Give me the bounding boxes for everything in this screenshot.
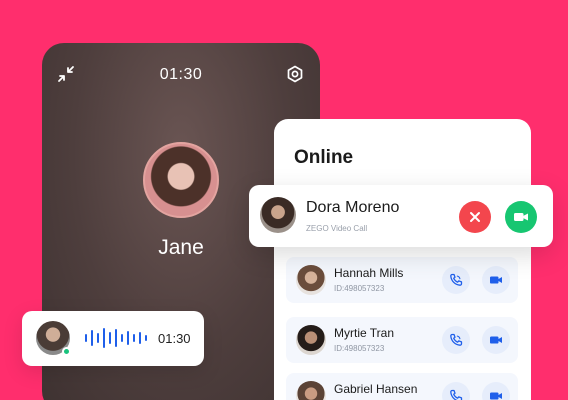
list-item[interactable]: Myrtie Tran ID:498057323 [286, 317, 518, 363]
incoming-caller-name: Dora Moreno [306, 199, 400, 216]
contact-name: Hannah Mills [334, 266, 404, 280]
avatar [296, 381, 326, 400]
voice-message[interactable]: 01:30 [22, 311, 204, 366]
incoming-call-subtitle: ZEGO Video Call [306, 224, 368, 233]
video-camera-icon [490, 392, 502, 400]
contact-name: Gabriel Hansen [334, 382, 418, 396]
phone-icon [450, 273, 463, 286]
accept-video-button[interactable] [505, 201, 537, 233]
list-item[interactable]: Gabriel Hansen ID:498057323 [286, 373, 518, 400]
video-call-button[interactable] [482, 382, 510, 400]
voice-duration: 01:30 [158, 331, 191, 346]
online-status-dot [62, 347, 71, 356]
panel-title: Online [294, 147, 354, 168]
voice-call-button[interactable] [442, 382, 470, 400]
video-call-button[interactable] [482, 266, 510, 294]
video-camera-icon [514, 213, 528, 221]
caller-avatar [143, 142, 219, 218]
call-header: 01:30 [42, 63, 320, 85]
avatar [296, 265, 326, 295]
video-camera-icon [490, 276, 502, 284]
list-item[interactable]: Hannah Mills ID:498057323 [286, 257, 518, 303]
contact-id: ID:498057323 [334, 284, 385, 293]
decline-button[interactable] [459, 201, 491, 233]
avatar [260, 197, 296, 233]
contact-name: Myrtie Tran [334, 326, 395, 340]
waveform-icon [85, 328, 147, 348]
phone-icon [450, 333, 463, 346]
contact-id: ID:498057323 [334, 344, 385, 353]
incoming-call-card: Dora Moreno ZEGO Video Call [249, 185, 553, 247]
phone-icon [450, 389, 463, 400]
voice-call-button[interactable] [442, 326, 470, 354]
online-panel: Online Hannah Mills ID:498057323 Myrtie … [274, 119, 531, 400]
video-camera-icon [490, 336, 502, 344]
close-icon [470, 212, 480, 222]
avatar [296, 325, 326, 355]
settings-icon[interactable] [286, 65, 304, 83]
call-timer: 01:30 [159, 66, 203, 83]
video-call-button[interactable] [482, 326, 510, 354]
voice-call-button[interactable] [442, 266, 470, 294]
